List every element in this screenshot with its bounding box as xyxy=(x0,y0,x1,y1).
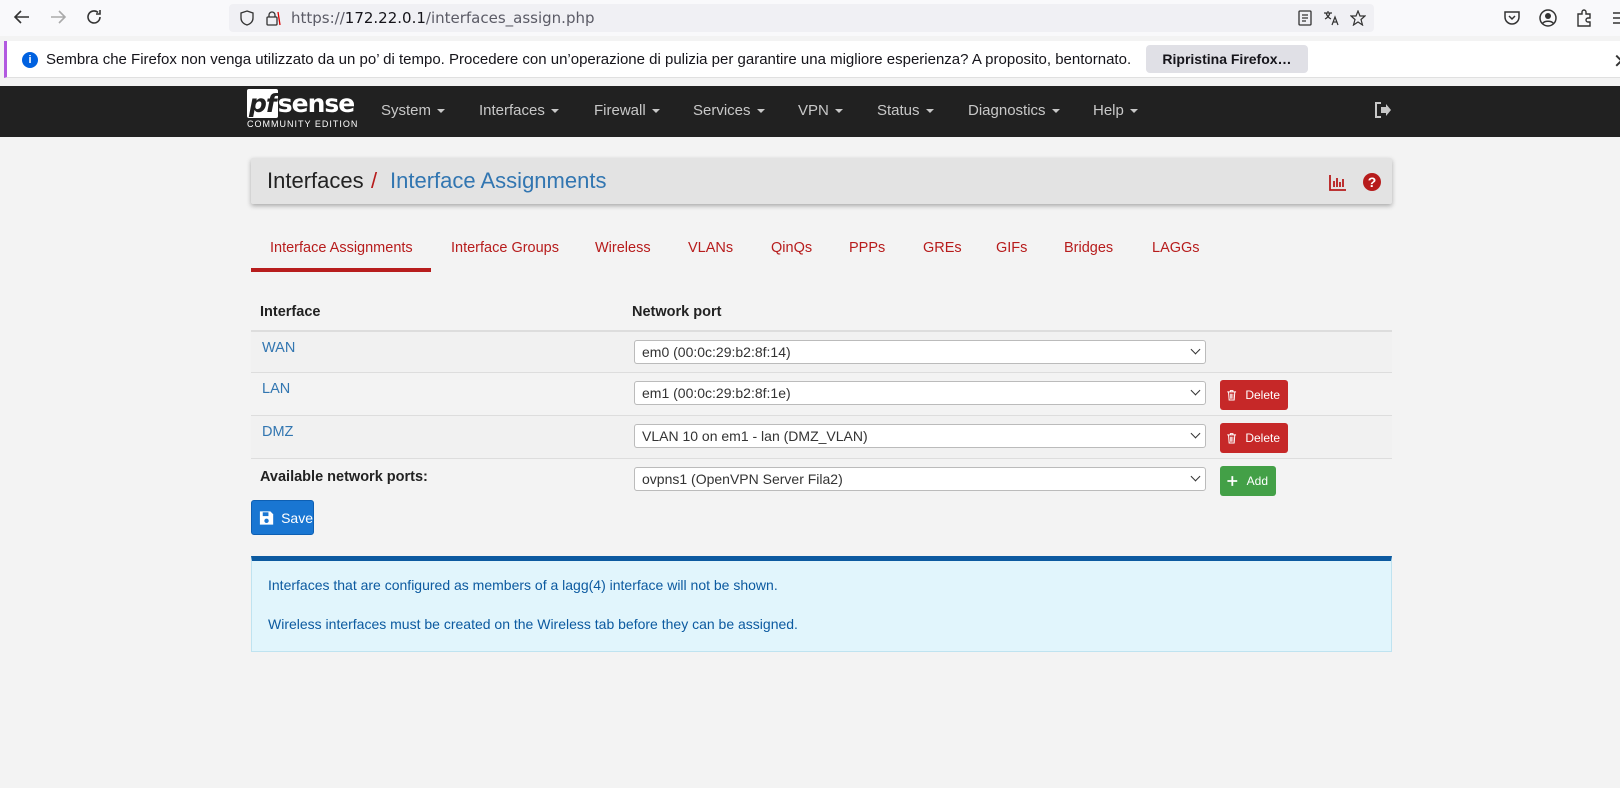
pocket-icon[interactable] xyxy=(1502,8,1522,28)
nav-diagnostics[interactable]: Diagnostics xyxy=(968,102,1060,119)
page-header: Interfaces / Interface Assignments ? xyxy=(251,158,1392,204)
notification-bar: i Sembra che Firefox non venga utilizzat… xyxy=(4,41,1620,78)
svg-text:?: ? xyxy=(1368,174,1377,190)
save-button[interactable]: Save xyxy=(251,500,314,535)
table-row: LAN em1 (00:0c:29:b2:8f:1e) Delete xyxy=(251,372,1392,415)
chevron-down-icon xyxy=(1190,344,1201,355)
chevron-down-icon xyxy=(1190,385,1201,396)
available-ports-label: Available network ports: xyxy=(260,469,428,485)
breadcrumb-separator: / xyxy=(371,168,378,193)
available-port-select[interactable]: ovpns1 (OpenVPN Server Fila2) xyxy=(634,467,1206,491)
url-bar[interactable]: https://172.22.0.1/interfaces_assign.php xyxy=(229,4,1374,32)
info-panel: Interfaces that are configured as member… xyxy=(251,556,1392,652)
bookmark-star-icon[interactable] xyxy=(1350,10,1366,26)
plus-icon xyxy=(1227,476,1238,486)
delete-button[interactable]: Delete xyxy=(1220,380,1288,410)
column-header-interface: Interface xyxy=(260,304,321,320)
page-title[interactable]: Interface Assignments xyxy=(390,168,606,194)
interface-link-lan[interactable]: LAN xyxy=(262,381,290,397)
main-navbar: pfsense COMMUNITY EDITION System Interfa… xyxy=(0,86,1620,137)
chevron-down-icon xyxy=(1190,471,1201,482)
account-icon[interactable] xyxy=(1538,8,1558,28)
tab-gres[interactable]: GREs xyxy=(923,240,962,256)
menu-icon[interactable] xyxy=(1608,8,1620,28)
tab-vlans[interactable]: VLANs xyxy=(688,240,733,256)
lock-warning-icon[interactable] xyxy=(265,10,281,26)
nav-vpn[interactable]: VPN xyxy=(798,102,843,119)
network-port-select[interactable]: em1 (00:0c:29:b2:8f:1e) xyxy=(634,381,1206,405)
help-icon[interactable]: ? xyxy=(1362,172,1382,192)
tab-qinqs[interactable]: QinQs xyxy=(771,240,812,256)
interface-link-dmz[interactable]: DMZ xyxy=(262,424,293,440)
refresh-firefox-button[interactable]: Ripristina Firefox… xyxy=(1146,45,1308,73)
tab-wireless[interactable]: Wireless xyxy=(595,240,651,256)
nav-system[interactable]: System xyxy=(381,102,445,119)
forward-icon[interactable] xyxy=(46,5,70,29)
close-icon[interactable]: ✕ xyxy=(1613,49,1620,74)
chevron-down-icon xyxy=(1190,428,1201,439)
tab-laggs[interactable]: LAGGs xyxy=(1152,240,1200,256)
url-text[interactable]: https://172.22.0.1/interfaces_assign.php xyxy=(291,9,595,27)
nav-firewall[interactable]: Firewall xyxy=(594,102,660,119)
nav-help[interactable]: Help xyxy=(1093,102,1138,119)
tab-ppps[interactable]: PPPs xyxy=(849,240,885,256)
extensions-icon[interactable] xyxy=(1574,8,1594,28)
nav-status[interactable]: Status xyxy=(877,102,934,119)
network-port-select[interactable]: em0 (00:0c:29:b2:8f:14) xyxy=(634,340,1206,364)
floppy-disk-icon xyxy=(259,510,274,525)
info-text-wireless: Wireless interfaces must be created on t… xyxy=(268,616,798,632)
active-tab-indicator xyxy=(251,268,431,272)
pfsense-logo[interactable]: pfsense COMMUNITY EDITION xyxy=(247,89,357,133)
add-button[interactable]: Add xyxy=(1220,466,1276,496)
translate-icon[interactable] xyxy=(1323,10,1339,26)
info-icon: i xyxy=(22,52,38,68)
tab-bridges[interactable]: Bridges xyxy=(1064,240,1113,256)
nav-interfaces[interactable]: Interfaces xyxy=(479,102,559,119)
tab-interface-groups[interactable]: Interface Groups xyxy=(451,240,559,256)
info-text-lagg: Interfaces that are configured as member… xyxy=(268,577,778,593)
nav-services[interactable]: Services xyxy=(693,102,765,119)
breadcrumb-interfaces[interactable]: Interfaces xyxy=(267,168,364,194)
browser-toolbar: https://172.22.0.1/interfaces_assign.php xyxy=(0,0,1620,36)
delete-button[interactable]: Delete xyxy=(1220,423,1288,453)
interface-link-wan[interactable]: WAN xyxy=(262,340,295,356)
reload-icon[interactable] xyxy=(82,5,106,29)
tab-interface-assignments[interactable]: Interface Assignments xyxy=(270,240,413,256)
logout-icon[interactable] xyxy=(1373,100,1393,120)
tab-gifs[interactable]: GIFs xyxy=(996,240,1027,256)
table-row: WAN em0 (00:0c:29:b2:8f:14) xyxy=(251,330,1392,373)
network-port-select[interactable]: VLAN 10 on em1 - lan (DMZ_VLAN) xyxy=(634,424,1206,448)
chart-icon[interactable] xyxy=(1328,172,1348,192)
trash-icon xyxy=(1227,433,1237,444)
reader-view-icon[interactable] xyxy=(1297,10,1313,26)
back-icon[interactable] xyxy=(10,5,34,29)
table-row: DMZ VLAN 10 on em1 - lan (DMZ_VLAN) Dele… xyxy=(251,415,1392,458)
column-header-port: Network port xyxy=(632,304,722,320)
shield-icon[interactable] xyxy=(239,10,255,26)
notification-text: Sembra che Firefox non venga utilizzato … xyxy=(46,51,1132,68)
trash-icon xyxy=(1227,390,1237,401)
tab-bar: Interface Assignments Interface Groups W… xyxy=(251,228,1392,274)
available-ports-row: Available network ports: ovpns1 (OpenVPN… xyxy=(251,458,1392,498)
